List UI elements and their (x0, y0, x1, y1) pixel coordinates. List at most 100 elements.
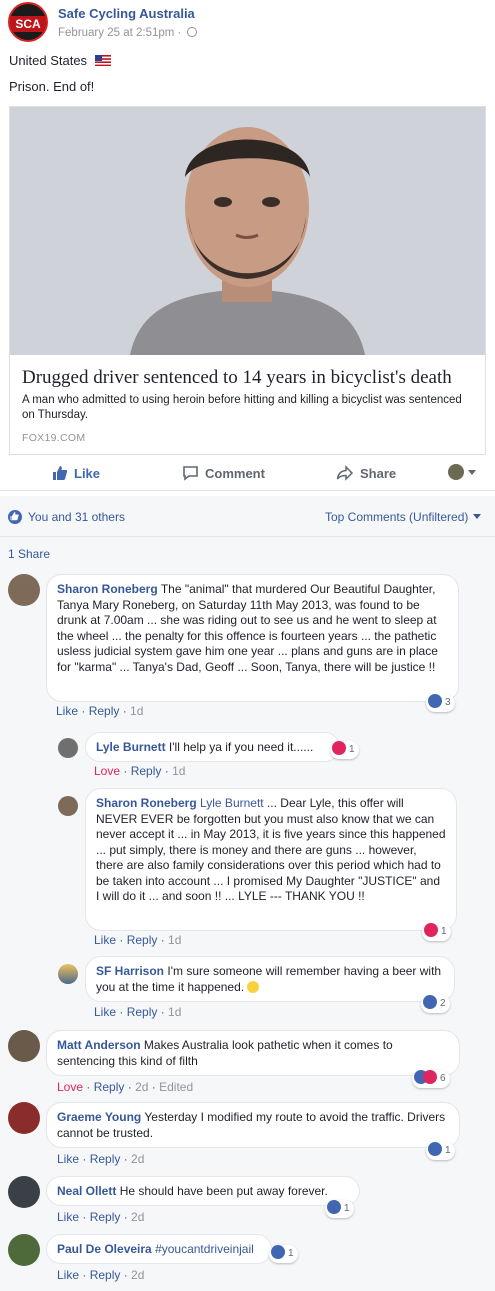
page-name-link[interactable]: Safe Cycling Australia (58, 6, 195, 21)
share-arrow-icon (336, 465, 354, 481)
comment-button[interactable]: Comment (182, 465, 265, 481)
link-preview-card[interactable]: Drugged driver sentenced to 14 years in … (9, 106, 486, 455)
comment-author[interactable]: Lyle Burnett (96, 740, 166, 754)
reaction-badge[interactable]: 6 (412, 1070, 450, 1088)
comment-actions: Like · Reply · 1d (94, 1005, 182, 1019)
love-link[interactable]: Love (94, 764, 120, 778)
comment-author[interactable]: Graeme Young (57, 1110, 141, 1124)
like-link[interactable]: Like (56, 704, 78, 718)
like-label: Like (74, 466, 101, 481)
reaction-badge[interactable]: 1 (422, 923, 451, 941)
reply-link[interactable]: Reply (90, 1152, 121, 1166)
comment-author[interactable]: SF Harrison (96, 964, 164, 978)
like-reaction-icon (428, 694, 442, 708)
article-headline[interactable]: Drugged driver sentenced to 14 years in … (22, 367, 452, 389)
comment-bubble: Lyle Burnett I'll help ya if you need it… (85, 732, 340, 762)
comment-author[interactable]: Neal Ollett (57, 1184, 116, 1198)
reaction-count: 3 (445, 697, 451, 708)
love-link[interactable]: Love (57, 1080, 83, 1094)
viewer-avatar[interactable] (448, 464, 464, 480)
page-avatar[interactable]: SCA (8, 2, 48, 42)
share-label: Share (360, 466, 397, 481)
reply-link[interactable]: Reply (89, 704, 120, 718)
mention-tag[interactable]: Lyle Burnett (200, 796, 264, 810)
like-link[interactable]: Like (57, 1268, 79, 1282)
article-source: FOX19.COM (22, 432, 86, 444)
avatar-text: SCA (15, 17, 41, 31)
comment-label: Comment (205, 466, 265, 481)
like-reaction-icon (327, 1200, 341, 1214)
avatar[interactable] (8, 1030, 40, 1062)
reaction-count: 1 (288, 1248, 294, 1259)
smiley-emoji-icon (247, 980, 260, 993)
comment-actions: Like · Reply · 1d (56, 704, 144, 718)
comment-age: 2d (135, 1080, 149, 1094)
comment-age: 2d (131, 1210, 145, 1224)
avatar[interactable] (8, 574, 40, 606)
avatar[interactable] (8, 1176, 40, 1208)
reply-link[interactable]: Reply (127, 933, 158, 947)
comment-bubble: Graeme Young Yesterday I modified my rou… (46, 1102, 460, 1148)
reaction-badge[interactable]: 2 (421, 995, 450, 1013)
chevron-down-icon[interactable] (468, 470, 476, 475)
like-link[interactable]: Like (57, 1152, 79, 1166)
post-timestamp[interactable]: February 25 at 2:51pm (58, 27, 174, 39)
edited-label[interactable]: Edited (159, 1080, 193, 1094)
reply-link[interactable]: Reply (131, 764, 162, 778)
comment-actions: Love · Reply · 2d · Edited (57, 1080, 194, 1094)
avatar[interactable] (58, 964, 78, 984)
comment-text: ... Dear Lyle, this offer will NEVER EVE… (96, 796, 446, 903)
reaction-count: 1 (344, 1203, 350, 1214)
comment-bubble: Paul De Oleveira #youcantdriveinjail (46, 1234, 272, 1264)
comment-actions: Love · Reply · 1d (94, 764, 186, 778)
like-reaction-icon (8, 510, 22, 524)
share-button[interactable]: Share (336, 465, 396, 481)
reaction-badge[interactable]: 1 (269, 1245, 298, 1263)
like-link[interactable]: Like (94, 933, 116, 947)
reaction-badge[interactable]: 1 (325, 1200, 354, 1218)
reaction-count: 2 (440, 998, 446, 1009)
comment-age: 1d (168, 933, 182, 947)
reaction-badge[interactable]: 3 (426, 694, 455, 712)
reaction-count: 6 (440, 1073, 446, 1084)
comment-age: 2d (131, 1152, 145, 1166)
comment-icon (183, 466, 198, 481)
post-location: United States (9, 53, 111, 68)
reply-link[interactable]: Reply (94, 1080, 125, 1094)
like-reaction-icon (271, 1245, 285, 1259)
reply-link[interactable]: Reply (90, 1210, 121, 1224)
comment-actions: Like · Reply · 1d (94, 933, 182, 947)
like-link[interactable]: Like (57, 1210, 79, 1224)
shares-link[interactable]: 1 Share (8, 547, 50, 561)
avatar[interactable] (58, 738, 78, 758)
article-photo[interactable] (10, 107, 485, 355)
comment-text: I'll help ya if you need it...... (168, 740, 314, 754)
comment-sort-dropdown[interactable]: Top Comments (Unfiltered) (325, 510, 482, 524)
reaction-summary-link[interactable]: You and 31 others (28, 510, 125, 524)
comment-author[interactable]: Sharon Roneberg (57, 582, 158, 596)
like-button[interactable]: Like (52, 465, 100, 481)
comment-author[interactable]: Sharon Roneberg (96, 796, 197, 810)
reaction-badge[interactable]: 1 (426, 1142, 455, 1160)
meta-separator: · (177, 27, 182, 39)
avatar[interactable] (58, 796, 78, 816)
reactions-row: You and 31 others Top Comments (Unfilter… (0, 496, 495, 536)
post-action-bar: Like Comment Share (0, 458, 495, 491)
comment-author[interactable]: Matt Anderson (57, 1038, 141, 1052)
comment-actions: Like · Reply · 2d (57, 1210, 145, 1224)
post-text: Prison. End of! (9, 79, 95, 94)
shares-row: 1 Share (0, 536, 495, 567)
avatar[interactable] (8, 1102, 40, 1134)
comment-age: 1d (168, 1005, 182, 1019)
comment-bubble: Matt Anderson Makes Australia look pathe… (46, 1030, 460, 1076)
reaction-badge[interactable]: 1 (330, 741, 359, 759)
comment-author[interactable]: Paul De Oleveira (57, 1242, 152, 1256)
post-meta: February 25 at 2:51pm · (58, 27, 197, 39)
avatar[interactable] (8, 1234, 40, 1266)
like-reaction-icon (428, 1142, 442, 1156)
reply-link[interactable]: Reply (127, 1005, 158, 1019)
like-link[interactable]: Like (94, 1005, 116, 1019)
article-description: A man who admitted to using heroin befor… (22, 394, 462, 421)
reply-link[interactable]: Reply (90, 1268, 121, 1282)
hashtag-link[interactable]: #youcantdriveinjail (155, 1242, 254, 1256)
